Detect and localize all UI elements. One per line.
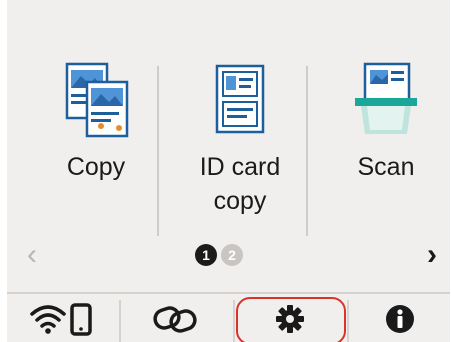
wifi-phone-icon [30, 303, 92, 336]
id-card-copy-label: ID card copy [199, 153, 281, 215]
copy-icon [65, 62, 129, 138]
scan-tile[interactable]: Scan [321, 60, 450, 240]
tile-divider [157, 66, 159, 236]
scan-icon [355, 62, 417, 134]
next-page-arrow[interactable]: › [417, 238, 447, 272]
connection-button[interactable] [121, 294, 231, 342]
id-card-copy-tile[interactable]: ID card copy [175, 60, 305, 240]
id-card-copy-icon [215, 64, 265, 134]
info-icon [385, 305, 414, 333]
prev-page-arrow[interactable]: ‹ [17, 238, 47, 272]
copy-tile[interactable]: Copy [31, 60, 161, 240]
settings-highlight-outline [236, 297, 346, 342]
tile-divider [306, 66, 308, 236]
connect-icon [153, 306, 197, 333]
bottom-bar [7, 292, 450, 342]
page-dot-2[interactable]: 2 [221, 244, 243, 266]
info-button[interactable] [349, 294, 450, 342]
page-indicator: 1 2 [195, 244, 243, 266]
copy-label: Copy [66, 153, 126, 181]
home-screen: Copy ID card copy Scan ‹ 1 2 › [7, 0, 450, 342]
scan-label: Scan [357, 153, 415, 181]
page-dot-1[interactable]: 1 [195, 244, 217, 266]
wireless-status-button[interactable] [7, 294, 119, 342]
